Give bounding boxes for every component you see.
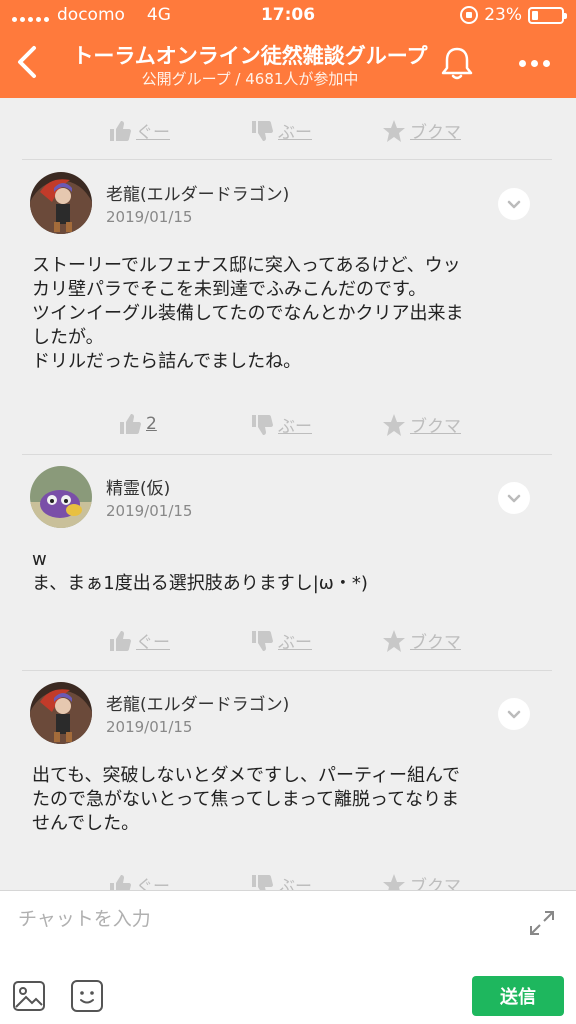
notification-bell-button[interactable] xyxy=(438,44,476,82)
chevron-down-icon xyxy=(507,200,521,209)
thumbs-up-icon xyxy=(110,874,131,890)
post-options-button[interactable] xyxy=(498,698,530,730)
attach-image-button[interactable] xyxy=(12,979,46,1013)
good-button[interactable]: ぐー xyxy=(108,118,170,143)
top-bar: docomo 4G 17:06 23% トーラムオンライン徒然雑談グループ 公開… xyxy=(0,0,576,98)
post-text: w ま、まぁ1度出る選択肢ありますし|ω・*) xyxy=(32,549,368,594)
thumbs-up-icon xyxy=(120,414,141,434)
avatar[interactable] xyxy=(30,466,92,528)
boo-button[interactable]: ぶー xyxy=(250,118,312,143)
star-icon xyxy=(383,873,405,890)
avatar[interactable] xyxy=(30,172,92,234)
divider xyxy=(22,159,552,160)
good-count: 2 xyxy=(146,414,157,434)
chevron-down-icon xyxy=(507,710,521,719)
author-name: 老龍(エルダードラゴン) xyxy=(106,695,290,715)
message-feed[interactable]: ぐー ぶー ブクマ 老龍(エルダードラゴン) 2019/01/15 ストーリーで… xyxy=(0,98,576,890)
stamp-button[interactable] xyxy=(70,979,104,1013)
thumbs-down-icon xyxy=(252,874,273,890)
group-header: トーラムオンライン徒然雑談グループ 公開グループ / 4681人が参加中 xyxy=(0,30,576,98)
thumbs-down-icon xyxy=(252,414,273,435)
post-date: 2019/01/15 xyxy=(106,718,193,736)
thumbs-down-icon xyxy=(252,120,273,141)
post-text: 出ても、突破しないとダメですし、パーティー組んで たので急がないとって焦ってしま… xyxy=(32,765,461,834)
expand-button[interactable] xyxy=(528,909,556,937)
rotation-lock-icon xyxy=(460,6,479,24)
avatar-spirit-image xyxy=(30,466,92,528)
chat-input[interactable] xyxy=(18,903,508,935)
more-menu-button[interactable] xyxy=(512,44,556,82)
status-bar: docomo 4G 17:06 23% xyxy=(0,0,576,30)
boo-button[interactable]: ぶー xyxy=(250,628,312,653)
chevron-left-icon xyxy=(18,46,36,78)
more-dots-icon xyxy=(518,59,526,67)
post-date: 2019/01/15 xyxy=(106,208,193,226)
reaction-bar: 2 ぶー ブクマ xyxy=(0,404,576,444)
reaction-bar: ぐー ぶー ブクマ xyxy=(0,110,576,150)
avatar[interactable] xyxy=(30,682,92,744)
avatar-dragon-image xyxy=(30,682,92,744)
boo-button[interactable]: ぶー xyxy=(250,412,312,437)
good-button[interactable]: ぐー xyxy=(108,872,170,890)
bookmark-button[interactable]: ブクマ xyxy=(382,628,461,653)
avatar-dragon-image xyxy=(30,172,92,234)
good-button[interactable]: 2 xyxy=(118,412,157,436)
reaction-bar: ぐー ぶー ブクマ xyxy=(0,864,576,890)
star-icon xyxy=(383,629,405,652)
smiley-icon xyxy=(71,980,103,1012)
post-options-button[interactable] xyxy=(498,482,530,514)
bookmark-button[interactable]: ブクマ xyxy=(382,872,461,890)
battery-percent: 23% xyxy=(484,5,522,25)
post-options-button[interactable] xyxy=(498,188,530,220)
chat-composer: 送信 xyxy=(0,890,576,1024)
group-subtitle: 公開グループ / 4681人が参加中 xyxy=(141,70,359,88)
back-button[interactable] xyxy=(10,42,46,82)
thumbs-up-icon xyxy=(110,120,131,141)
chevron-down-icon xyxy=(507,494,521,503)
divider xyxy=(22,454,552,455)
battery-icon xyxy=(528,6,567,24)
good-button[interactable]: ぐー xyxy=(108,628,170,653)
thumbs-up-icon xyxy=(110,630,131,651)
author-name: 老龍(エルダードラゴン) xyxy=(106,185,290,205)
author-name: 精霊(仮) xyxy=(106,479,171,499)
bookmark-button[interactable]: ブクマ xyxy=(382,118,461,143)
thumbs-down-icon xyxy=(252,630,273,651)
reaction-bar: ぐー ぶー ブクマ xyxy=(0,620,576,660)
star-icon xyxy=(383,413,405,436)
bookmark-button[interactable]: ブクマ xyxy=(382,412,461,437)
bell-icon xyxy=(441,47,473,80)
boo-button[interactable]: ぶー xyxy=(250,872,312,890)
divider xyxy=(22,670,552,671)
send-button[interactable]: 送信 xyxy=(472,976,564,1016)
post-date: 2019/01/15 xyxy=(106,502,193,520)
group-title: トーラムオンライン徒然雑談グループ xyxy=(72,44,428,68)
post-text: ストーリーでルフェナス邸に突入ってあるけど、ウッ カリ壁パラでそこを未到達でふみ… xyxy=(32,255,464,372)
expand-icon xyxy=(530,911,554,935)
star-icon xyxy=(383,119,405,142)
image-icon xyxy=(13,981,45,1011)
